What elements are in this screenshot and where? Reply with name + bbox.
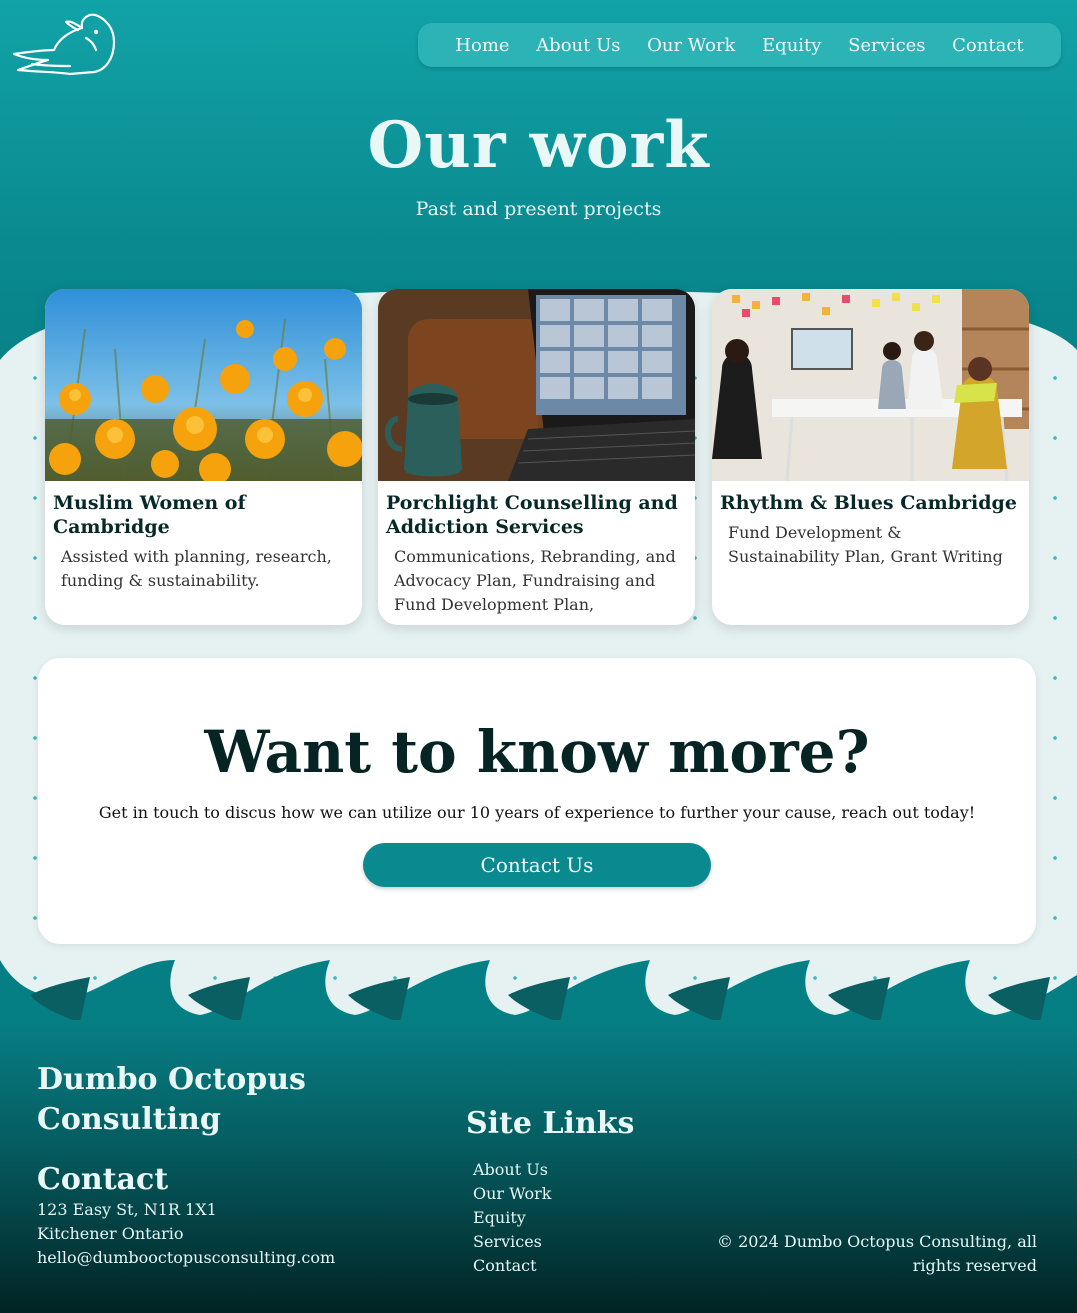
- project-card[interactable]: Rhythm & Blues Cambridge Fund Developmen…: [712, 289, 1029, 625]
- nav-equity[interactable]: Equity: [762, 35, 821, 56]
- footer-link-about-us[interactable]: About Us: [473, 1158, 552, 1182]
- page-subtitle: Past and present projects: [415, 198, 662, 220]
- nav-services[interactable]: Services: [848, 35, 925, 56]
- project-title: Muslim Women of Cambridge: [53, 492, 246, 538]
- footer-address-line1: 123 Easy St, N1R 1X1: [37, 1200, 217, 1219]
- cta-title: Want to know more?: [204, 718, 870, 786]
- footer-links-heading: Site Links: [466, 1106, 635, 1141]
- octopus-logo-icon[interactable]: [10, 10, 120, 82]
- contact-us-button[interactable]: Contact Us: [363, 843, 711, 887]
- footer-link-equity[interactable]: Equity: [473, 1206, 552, 1230]
- project-card[interactable]: Porchlight Counselling and Addiction Ser…: [378, 289, 695, 625]
- project-description: Fund Development & Sustainability Plan, …: [728, 523, 1003, 566]
- flowers-photo-icon: [45, 289, 362, 481]
- contact-cta-section: Want to know more? Get in touch to discu…: [38, 658, 1036, 944]
- main-navigation: Home About Us Our Work Equity Services C…: [418, 23, 1061, 67]
- footer-links: About Us Our Work Equity Services Contac…: [473, 1158, 552, 1278]
- nav-our-work[interactable]: Our Work: [647, 35, 735, 56]
- footer-contact-details: 123 Easy St, N1R 1X1 Kitchener Ontario h…: [37, 1198, 335, 1270]
- project-title: Porchlight Counselling and Addiction Ser…: [386, 492, 678, 538]
- footer-email[interactable]: hello@dumbooctopusconsulting.com: [37, 1246, 335, 1270]
- project-title: Rhythm & Blues Cambridge: [720, 492, 1017, 514]
- nav-contact[interactable]: Contact: [952, 35, 1023, 56]
- project-description: Assisted with planning, research, fundin…: [61, 547, 332, 590]
- footer-link-contact[interactable]: Contact: [473, 1254, 552, 1278]
- page-title: Our work: [367, 108, 710, 183]
- footer-brand: Dumbo Octopus Consulting: [37, 1062, 306, 1137]
- footer-copyright: © 2024 Dumbo Octopus Consulting, all rig…: [717, 1232, 1037, 1275]
- laptop-video-call-photo-icon: [378, 289, 695, 481]
- project-description: Communications, Rebranding, and Advocacy…: [394, 547, 676, 614]
- footer-contact-heading: Contact: [37, 1162, 169, 1197]
- footer-link-services[interactable]: Services: [473, 1230, 552, 1254]
- nav-about-us[interactable]: About Us: [536, 35, 620, 56]
- footer-address-line2: Kitchener Ontario: [37, 1224, 184, 1243]
- team-meeting-photo-icon: [712, 289, 1029, 481]
- cta-text: Get in touch to discus how we can utiliz…: [98, 803, 976, 822]
- nav-home[interactable]: Home: [455, 35, 509, 56]
- footer-link-our-work[interactable]: Our Work: [473, 1182, 552, 1206]
- project-card[interactable]: Muslim Women of Cambridge Assisted with …: [45, 289, 362, 625]
